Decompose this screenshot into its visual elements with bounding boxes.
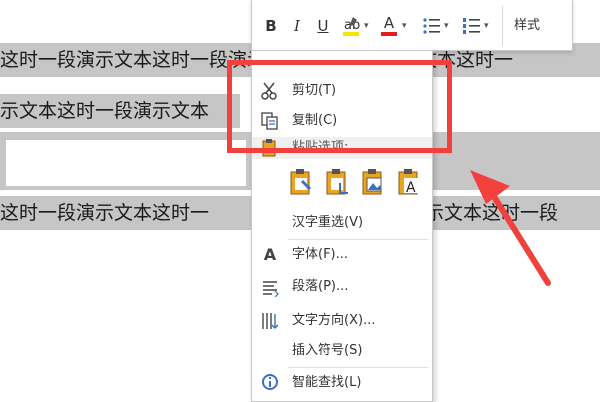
- annotation-arrow-icon: [470, 170, 551, 286]
